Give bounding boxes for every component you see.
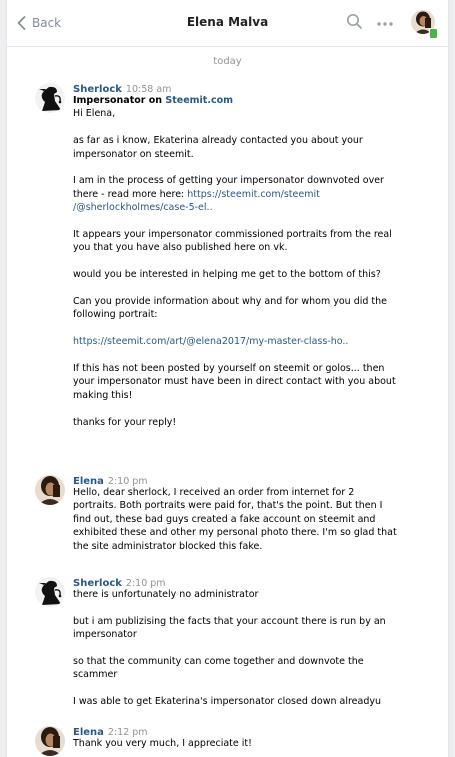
- more-dots-icon[interactable]: [375, 14, 395, 34]
- sender-avatar-elena[interactable]: [35, 475, 65, 505]
- chat-header: Back Elena Malva: [7, 0, 448, 47]
- message-text: Impersonator on Steemit.com Hi Elena, as…: [73, 94, 423, 429]
- portrait-link[interactable]: https://steemit.com/art/@elena2017/my-ma…: [73, 335, 423, 348]
- case-link-continued[interactable]: /@sherlockholmes/case-5-el..: [73, 201, 423, 214]
- search-icon[interactable]: [345, 12, 365, 32]
- sender-avatar-sherlock[interactable]: [35, 83, 65, 113]
- message-text: there is unfortunately no administrator …: [73, 589, 386, 708]
- message-subject: Impersonator on Steemit.com: [73, 95, 234, 106]
- sender-avatar-elena[interactable]: [35, 726, 65, 756]
- sender-avatar-sherlock[interactable]: [35, 577, 65, 607]
- message-text: Hello, dear sherlock, I received an orde…: [73, 487, 397, 552]
- chat-window: Back Elena Malva today Sherlock 10:58 am…: [6, 0, 449, 757]
- online-indicator: [429, 28, 438, 39]
- case-link[interactable]: https://steemit.com/steemit: [187, 189, 320, 200]
- steemit-link[interactable]: Steemit.com: [165, 95, 233, 106]
- date-divider: today: [213, 56, 242, 67]
- message-text: Thank you very much, I appreciate it!: [73, 738, 252, 749]
